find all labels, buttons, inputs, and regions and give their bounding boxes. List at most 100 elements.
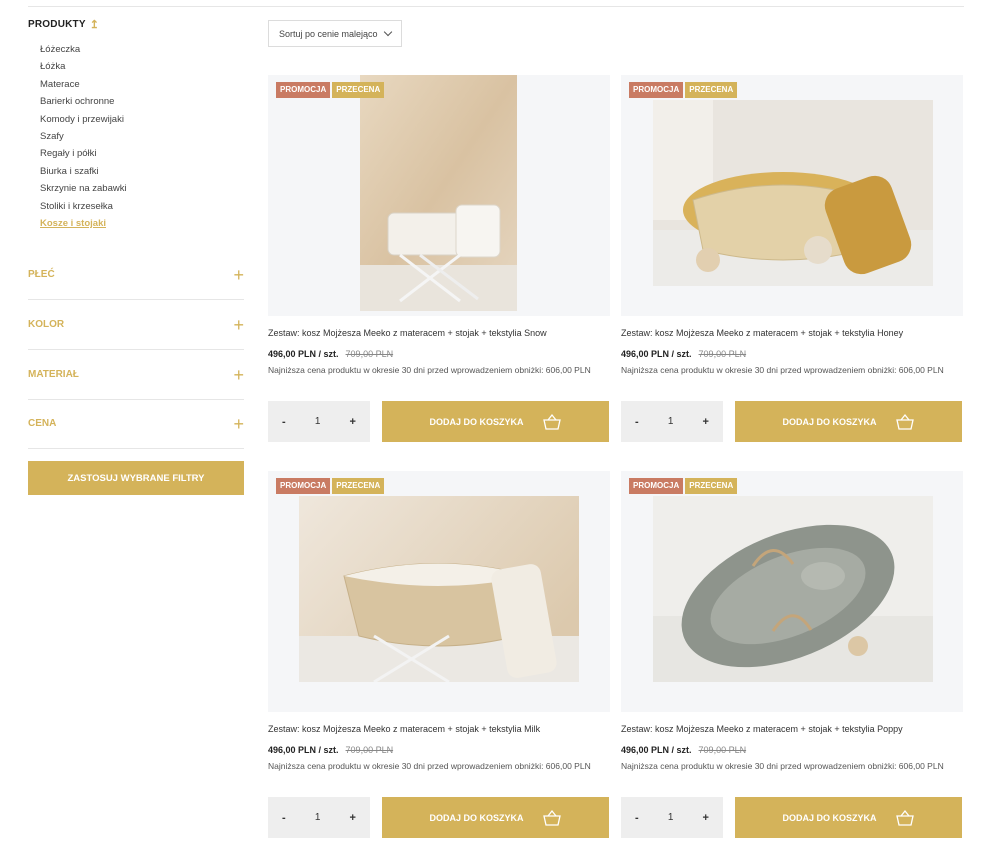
price-row: 496,00 PLN / szt. 709,00 PLN xyxy=(621,745,746,755)
add-to-cart-button[interactable]: DODAJ DO KOSZYKA xyxy=(382,401,609,442)
product-price: 496,00 PLN / szt. xyxy=(621,349,692,359)
category-item-stoliki[interactable]: Stoliki i krzesełka xyxy=(40,198,244,215)
add-to-cart-button[interactable]: DODAJ DO KOSZYKA xyxy=(382,797,609,838)
add-to-cart-button[interactable]: DODAJ DO KOSZYKA xyxy=(735,401,962,442)
product-photo[interactable] xyxy=(653,496,933,682)
product-old-price: 709,00 PLN xyxy=(345,745,394,755)
lowest-price-note: Najniższa cena produktu w okresie 30 dni… xyxy=(268,761,591,771)
product-old-price: 709,00 PLN xyxy=(345,349,394,359)
filter-gender-label: PŁEĆ xyxy=(28,269,55,280)
basket-icon xyxy=(895,809,914,826)
sort-select-label: Sortuj po cenie malejąco xyxy=(279,28,378,39)
product-title[interactable]: Zestaw: kosz Mojżesza Meeko z materacem … xyxy=(268,328,547,338)
plus-icon: + xyxy=(233,264,244,285)
product-old-price: 709,00 PLN xyxy=(698,745,747,755)
product-title[interactable]: Zestaw: kosz Mojżesza Meeko z materacem … xyxy=(621,328,903,338)
add-to-cart-label: DODAJ DO KOSZYKA xyxy=(782,416,877,427)
qty-plus-button[interactable]: + xyxy=(703,812,709,824)
category-item-barierki[interactable]: Barierki ochronne xyxy=(40,93,244,110)
product-photo[interactable] xyxy=(299,496,579,682)
qty-plus-button[interactable]: + xyxy=(350,416,356,428)
add-to-cart-label: DODAJ DO KOSZYKA xyxy=(782,812,877,823)
filter-material[interactable]: MATERIAŁ + xyxy=(28,350,244,400)
product-image-area[interactable]: PROMOCJA PRZECENA xyxy=(621,75,963,316)
category-heading[interactable]: PRODUKTY ↥ xyxy=(28,18,244,31)
category-item-lozeczka[interactable]: Łóżeczka xyxy=(40,41,244,58)
promo-badge: PROMOCJA xyxy=(629,82,684,98)
qty-minus-button[interactable]: - xyxy=(635,416,639,428)
lowest-price-note: Najniższa cena produktu w okresie 30 dni… xyxy=(268,365,591,375)
category-item-komody[interactable]: Komody i przewijaki xyxy=(40,111,244,128)
filter-price[interactable]: CENA + xyxy=(28,399,244,449)
product-title[interactable]: Zestaw: kosz Mojżesza Meeko z materacem … xyxy=(268,724,540,734)
category-item-lozka[interactable]: Łóżka xyxy=(40,58,244,75)
product-price: 496,00 PLN / szt. xyxy=(621,745,692,755)
product-card: PROMOCJA PRZECENA Zestaw: kosz Mojżesza … xyxy=(621,471,963,838)
plus-icon: + xyxy=(233,364,244,385)
promo-badge: PROMOCJA xyxy=(276,82,331,98)
plus-icon: + xyxy=(233,314,244,335)
qty-value[interactable]: 1 xyxy=(668,812,674,823)
sale-badge: PRZECENA xyxy=(685,478,738,494)
product-photo[interactable] xyxy=(360,75,517,311)
category-item-regaly[interactable]: Regały i półki xyxy=(40,145,244,162)
quantity-stepper: - 1 + xyxy=(268,401,370,442)
product-image-area[interactable]: PROMOCJA PRZECENA xyxy=(621,471,963,712)
product-card: PROMOCJA PRZECENA Zestaw: kosz Mojżesza … xyxy=(621,75,963,442)
price-row: 496,00 PLN / szt. 709,00 PLN xyxy=(268,349,393,359)
price-row: 496,00 PLN / szt. 709,00 PLN xyxy=(621,349,746,359)
product-title[interactable]: Zestaw: kosz Mojżesza Meeko z materacem … xyxy=(621,724,903,734)
plus-icon: + xyxy=(233,413,244,434)
qty-minus-button[interactable]: - xyxy=(282,812,286,824)
filter-gender[interactable]: PŁEĆ + xyxy=(28,250,244,300)
qty-value[interactable]: 1 xyxy=(668,416,674,427)
add-to-cart-label: DODAJ DO KOSZYKA xyxy=(429,812,524,823)
filter-sidebar: PRODUKTY ↥ Łóżeczka Łóżka Materace Barie… xyxy=(28,18,244,495)
badge-group: PROMOCJA PRZECENA xyxy=(629,82,738,98)
qty-minus-button[interactable]: - xyxy=(635,812,639,824)
qty-minus-button[interactable]: - xyxy=(282,416,286,428)
category-heading-label: PRODUKTY xyxy=(28,19,86,30)
product-old-price: 709,00 PLN xyxy=(698,349,747,359)
filter-color-label: KOLOR xyxy=(28,319,65,330)
product-image-area[interactable]: PROMOCJA PRZECENA xyxy=(268,75,610,316)
promo-badge: PROMOCJA xyxy=(629,478,684,494)
product-price: 496,00 PLN / szt. xyxy=(268,745,339,755)
basket-icon xyxy=(895,413,914,430)
quantity-stepper: - 1 + xyxy=(621,401,723,442)
category-list: Łóżeczka Łóżka Materace Barierki ochronn… xyxy=(28,41,244,232)
add-to-cart-button[interactable]: DODAJ DO KOSZYKA xyxy=(735,797,962,838)
category-item-kosze-active[interactable]: Kosze i stojaki xyxy=(40,215,244,232)
product-image-area[interactable]: PROMOCJA PRZECENA xyxy=(268,471,610,712)
category-item-materace[interactable]: Materace xyxy=(40,76,244,93)
lowest-price-note: Najniższa cena produktu w okresie 30 dni… xyxy=(621,365,944,375)
qty-plus-button[interactable]: + xyxy=(703,416,709,428)
lowest-price-note: Najniższa cena produktu w okresie 30 dni… xyxy=(621,761,944,771)
basket-icon xyxy=(542,809,561,826)
product-price: 496,00 PLN / szt. xyxy=(268,349,339,359)
apply-filters-button[interactable]: ZASTOSUJ WYBRANE FILTRY xyxy=(28,461,244,495)
filter-color[interactable]: KOLOR + xyxy=(28,300,244,350)
basket-icon xyxy=(542,413,561,430)
filter-price-label: CENA xyxy=(28,418,57,429)
quantity-stepper: - 1 + xyxy=(268,797,370,838)
product-card: PROMOCJA PRZECENA Zestaw: kosz Mojżesza … xyxy=(268,75,610,442)
product-card: PROMOCJA PRZECENA Zestaw: kosz Mojżesza … xyxy=(268,471,610,838)
qty-value[interactable]: 1 xyxy=(315,416,321,427)
arrow-up-icon: ↥ xyxy=(89,19,100,31)
filter-material-label: MATERIAŁ xyxy=(28,369,79,380)
sale-badge: PRZECENA xyxy=(685,82,738,98)
category-item-skrzynie[interactable]: Skrzynie na zabawki xyxy=(40,180,244,197)
quantity-stepper: - 1 + xyxy=(621,797,723,838)
qty-value[interactable]: 1 xyxy=(315,812,321,823)
sort-select[interactable]: Sortuj po cenie malejąco xyxy=(268,20,402,47)
badge-group: PROMOCJA PRZECENA xyxy=(629,478,738,494)
badge-group: PROMOCJA PRZECENA xyxy=(276,82,385,98)
category-item-biurka[interactable]: Biurka i szafki xyxy=(40,163,244,180)
qty-plus-button[interactable]: + xyxy=(350,812,356,824)
price-row: 496,00 PLN / szt. 709,00 PLN xyxy=(268,745,393,755)
badge-group: PROMOCJA PRZECENA xyxy=(276,478,385,494)
product-photo[interactable] xyxy=(653,100,933,286)
sale-badge: PRZECENA xyxy=(332,82,385,98)
category-item-szafy[interactable]: Szafy xyxy=(40,128,244,145)
